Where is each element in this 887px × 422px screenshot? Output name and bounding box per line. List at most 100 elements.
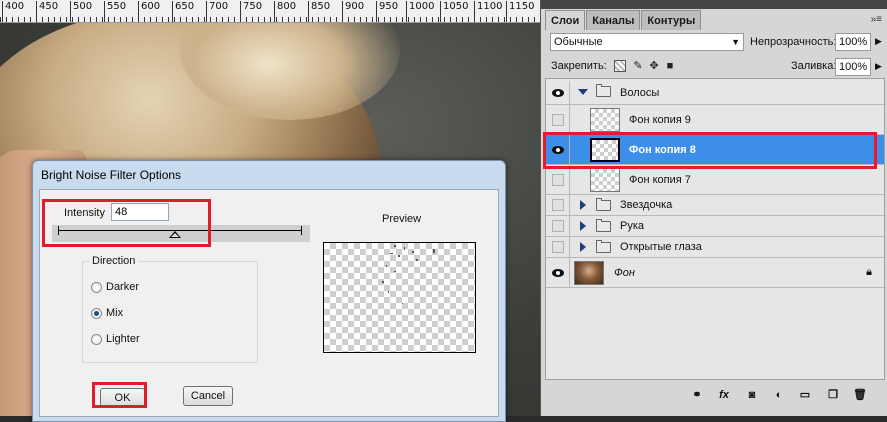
visibility-toggle[interactable]	[546, 81, 570, 104]
folder-icon	[596, 219, 611, 232]
lock-row: Закрепить: ✎ ✥ ■ Заливка: 100% ▶	[550, 58, 884, 77]
eye-hidden-icon	[551, 199, 564, 211]
layer-group-otkrytye-glaza[interactable]: Открытые глаза	[546, 237, 884, 258]
layer-thumbnail	[590, 108, 620, 132]
ruler-tick: 900	[342, 1, 364, 22]
radio-lighter[interactable]: Lighter	[91, 333, 140, 345]
panel-menu-icon[interactable]: »≡	[871, 14, 882, 25]
eye-hidden-icon	[551, 220, 564, 232]
tab-channels[interactable]: Каналы	[586, 10, 641, 30]
bright-noise-dialog: Bright Noise Filter Options Intensity Di…	[32, 160, 506, 422]
lock-move-icon[interactable]: ✥	[648, 60, 660, 72]
ruler-tick: 950	[376, 1, 398, 22]
eye-hidden-icon	[551, 241, 564, 253]
collapse-triangle-icon[interactable]	[580, 200, 586, 210]
ruler-tick: 650	[172, 1, 194, 22]
opacity-arrow-icon[interactable]: ▶	[875, 36, 882, 47]
opacity-field[interactable]: 100%	[835, 33, 871, 51]
dialog-title: Bright Noise Filter Options	[41, 168, 182, 182]
opacity-label: Непрозрачность:	[750, 36, 837, 48]
fill-value: 100%	[839, 61, 868, 73]
blend-mode-select[interactable]: Обычные ▼	[550, 33, 744, 51]
ok-highlight-box	[92, 382, 147, 408]
visibility-toggle[interactable]	[546, 195, 570, 215]
layer-name: Волосы	[620, 86, 660, 99]
layer-name: Открытые глаза	[620, 241, 702, 253]
fill-field[interactable]: 100%	[835, 58, 871, 76]
fill-arrow-icon[interactable]: ▶	[875, 61, 882, 72]
visibility-toggle[interactable]	[546, 237, 570, 257]
layer-name: Фон копия 7	[629, 173, 691, 186]
opacity-value: 100%	[839, 36, 868, 48]
ruler-tick: 500	[70, 1, 92, 22]
tab-layers[interactable]: Слои	[545, 10, 586, 30]
collapse-triangle-icon[interactable]	[580, 221, 586, 231]
ruler-tick: 1150	[506, 1, 534, 22]
layer-thumbnail	[574, 261, 604, 285]
dialog-body: Intensity Direction Darker Mix Lighter	[39, 189, 499, 417]
eye-hidden-icon	[551, 173, 564, 186]
ruler-tick: 700	[206, 1, 228, 22]
radio-darker-circle[interactable]	[91, 281, 102, 293]
radio-mix[interactable]: Mix	[91, 307, 123, 319]
visibility-toggle[interactable]	[546, 258, 570, 287]
lock-icon: 🔒︎	[866, 266, 872, 278]
ruler-tick: 600	[138, 1, 160, 22]
direction-group: Direction Darker Mix Lighter	[82, 255, 258, 363]
ruler-tick: 450	[36, 1, 58, 22]
fx-icon[interactable]: fx	[716, 388, 732, 402]
radio-lighter-label: Lighter	[106, 333, 140, 345]
layer-fon-kopiya-7[interactable]: Фон копия 7	[546, 165, 884, 195]
layers-list: Волосы Фон копия 9 Фон копия 8 Фон копия…	[545, 78, 885, 380]
ruler-tick: 800	[274, 1, 296, 22]
cancel-button-label: Cancel	[190, 390, 226, 402]
layer-fon-kopiya-9[interactable]: Фон копия 9	[546, 105, 884, 135]
layer-name: Рука	[620, 220, 645, 232]
tab-paths[interactable]: Контуры	[641, 10, 702, 30]
visibility-toggle[interactable]	[546, 165, 570, 194]
group-icon[interactable]: ▭	[797, 388, 813, 402]
blend-opacity-row: Обычные ▼ Непрозрачность: 100% ▶	[550, 33, 884, 53]
blend-mode-value: Обычные	[554, 36, 603, 48]
radio-darker[interactable]: Darker	[91, 281, 139, 293]
ruler-tick: 400	[2, 1, 24, 22]
layer-group-volosy[interactable]: Волосы	[546, 81, 884, 105]
radio-darker-label: Darker	[106, 281, 140, 293]
link-icon[interactable]: ⚭	[689, 388, 705, 402]
visibility-toggle[interactable]	[546, 105, 570, 134]
lock-label: Закрепить:	[551, 60, 607, 72]
expand-triangle-icon[interactable]	[578, 89, 588, 95]
preview-noise	[382, 245, 435, 304]
collapse-triangle-icon[interactable]	[580, 242, 586, 252]
new-layer-icon[interactable]: ❐	[825, 388, 841, 402]
folder-icon	[596, 84, 611, 97]
cancel-button[interactable]: Cancel	[183, 386, 233, 406]
radio-mix-circle[interactable]	[91, 307, 102, 319]
layer-fon[interactable]: Фон 🔒︎	[546, 258, 884, 288]
mask-icon[interactable]: ◙	[744, 388, 760, 402]
layer-group-zvezdochka[interactable]: Звездочка	[546, 195, 884, 216]
preview-pane	[323, 242, 476, 353]
eye-icon	[551, 268, 564, 277]
folder-icon	[596, 240, 611, 253]
ruler-tick: 550	[104, 1, 126, 22]
eye-icon	[551, 88, 564, 97]
chevron-down-icon: ▼	[731, 37, 740, 47]
horizontal-ruler[interactable]: 400 450 500 550 600 650 700 750 800 850 …	[0, 0, 540, 23]
lock-brush-icon[interactable]: ✎	[632, 60, 644, 72]
visibility-toggle[interactable]	[546, 216, 570, 236]
preview-label: Preview	[382, 213, 422, 225]
adjustment-icon[interactable]: ◐	[771, 388, 787, 402]
lock-transparency-icon[interactable]	[614, 60, 626, 72]
trash-icon[interactable]: 🗑︎	[852, 388, 868, 402]
eye-hidden-icon	[551, 113, 564, 126]
layer-name: Звездочка	[620, 199, 673, 211]
ruler-tick: 750	[240, 1, 262, 22]
selected-layer-highlight-box	[543, 132, 877, 169]
layer-group-ruka[interactable]: Рука	[546, 216, 884, 237]
panel-tabs: Слои Каналы Контуры	[545, 10, 702, 30]
radio-lighter-circle[interactable]	[91, 333, 102, 345]
layers-panel: Слои Каналы Контуры »≡ Обычные ▼ Непрозр…	[540, 0, 887, 416]
slider-end-right	[301, 226, 302, 235]
lock-all-icon[interactable]: ■	[664, 60, 676, 72]
